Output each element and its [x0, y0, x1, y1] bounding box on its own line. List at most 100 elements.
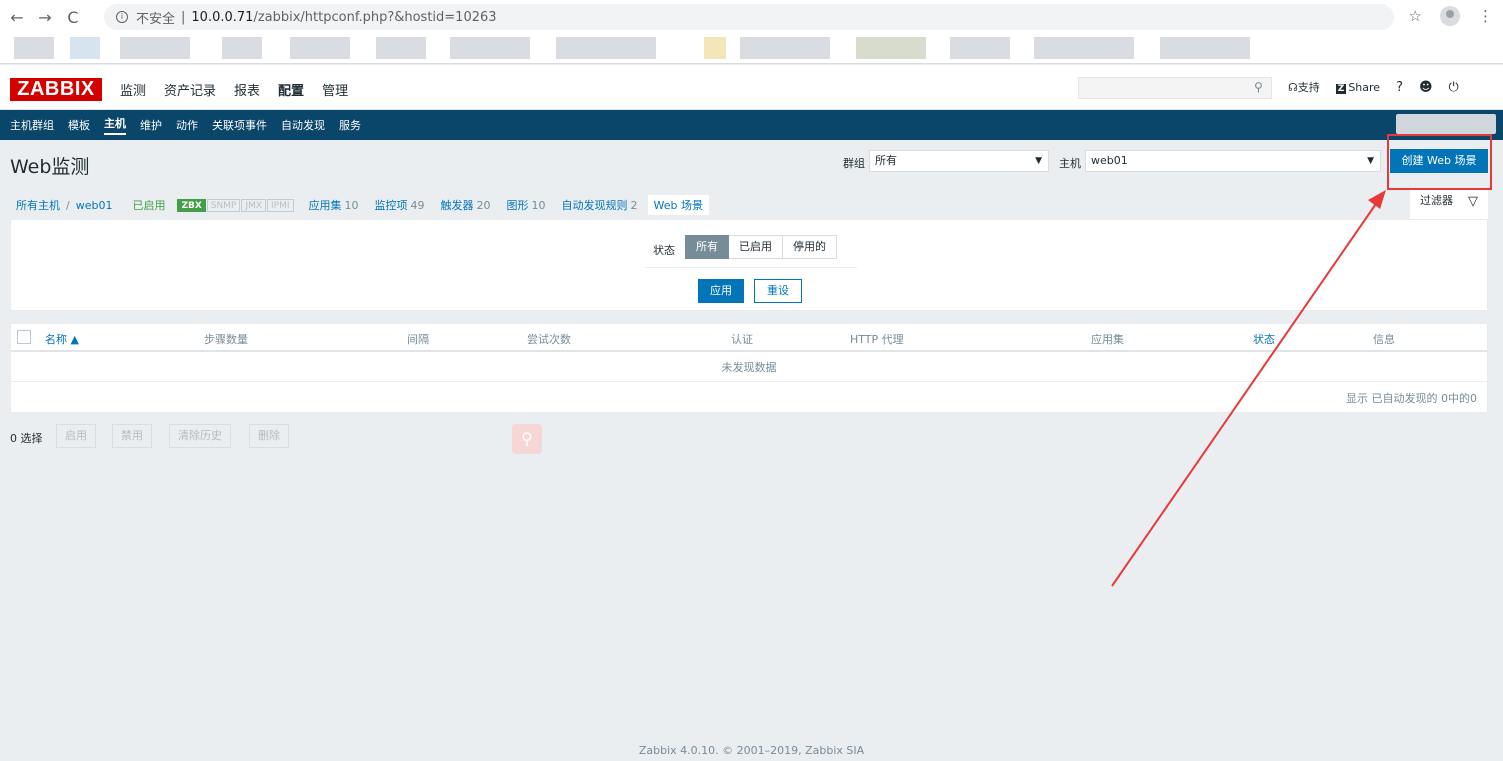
table-header: 名称 ▲ 步骤数量 间隔 尝试次数 认证 HTTP 代理 应用集 状态 信息 [11, 324, 1487, 352]
column-status[interactable]: 状态 [1253, 331, 1275, 347]
page-title: Web监测 [10, 156, 90, 178]
paging-summary: 显示 已自动发现的 0中的0 [1346, 392, 1477, 405]
applications-tab[interactable]: 应用集 [309, 197, 342, 213]
browser-toolbar: ← → C i 不安全 | 10.0.0.71 /zabbix/httpconf… [0, 0, 1503, 34]
items-tab[interactable]: 监控项 [375, 197, 408, 213]
host-link[interactable]: web01 [76, 199, 113, 212]
column-application: 应用集 [1091, 333, 1124, 346]
redacted-area [1396, 114, 1496, 134]
info-icon[interactable]: i [116, 11, 128, 23]
sign-out-icon[interactable]: ⏻ [1449, 80, 1459, 95]
status-filter-label: 状态 [653, 244, 675, 257]
search-icon[interactable]: ⚲ [1254, 80, 1263, 94]
security-label: 不安全 [136, 11, 176, 27]
submenu-event-correlation[interactable]: 关联项事件 [212, 117, 267, 133]
menu-icon[interactable]: ⋮ [1478, 7, 1493, 25]
submenu-discovery[interactable]: 自动发现 [281, 117, 325, 133]
redacted-bookmark [704, 37, 726, 59]
address-bar[interactable]: i 不安全 | 10.0.0.71 /zabbix/httpconf.php?&… [104, 4, 1394, 30]
headset-icon: ☊ [1288, 81, 1298, 94]
status-option-disabled[interactable]: 停用的 [783, 235, 837, 259]
delete-button[interactable]: 删除 [249, 424, 289, 448]
redacted-bookmark [1034, 37, 1134, 59]
search-icon: ⚲ [512, 424, 542, 454]
column-interval: 间隔 [407, 333, 429, 346]
share-link[interactable]: Z Share [1335, 81, 1380, 94]
zbx-availability-badge: ZBX [177, 198, 206, 212]
url-path: /zabbix/httpconf.php?&hostid=10263 [253, 9, 497, 25]
reset-button[interactable]: 重设 [754, 279, 802, 303]
star-icon[interactable]: ☆ [1409, 7, 1422, 25]
redacted-bookmark [740, 37, 830, 59]
redacted-bookmark [376, 37, 426, 59]
status-option-enabled[interactable]: 已启用 [729, 235, 783, 259]
dropdown-caret-icon: ▼ [1367, 156, 1374, 166]
redacted-bookmark [556, 37, 656, 59]
jmx-availability-badge: JMX [241, 198, 267, 212]
column-info: 信息 [1373, 333, 1395, 346]
profile-icon[interactable] [1440, 6, 1460, 26]
submenu-hosts[interactable]: 主机 [104, 115, 126, 135]
select-all-checkbox[interactable] [17, 330, 31, 344]
back-icon[interactable]: ← [6, 8, 28, 27]
status-segmented-control: 所有 已启用 停用的 [685, 235, 837, 259]
menu-reports[interactable]: 报表 [234, 80, 260, 99]
host-select[interactable]: web01 ▼ [1085, 150, 1381, 172]
url-host: 10.0.0.71 [191, 9, 254, 25]
triggers-count: 20 [476, 198, 491, 212]
discovery-rules-tab[interactable]: 自动发现规则 [562, 197, 628, 213]
graphs-tab[interactable]: 图形 [507, 197, 529, 213]
status-option-all[interactable]: 所有 [685, 235, 729, 259]
redacted-bookmark [290, 37, 350, 59]
zabbix-logo[interactable]: ZABBIX [10, 78, 102, 101]
graphs-count: 10 [531, 198, 546, 212]
forward-icon[interactable]: → [34, 8, 56, 27]
no-data-row: 未发现数据 [11, 354, 1487, 382]
bookmarks-bar-redacted [0, 34, 1503, 64]
redacted-bookmark [450, 37, 530, 59]
sub-menu: 主机群组 模板 主机 维护 动作 关联项事件 自动发现 服务 [0, 110, 1503, 140]
apply-button[interactable]: 应用 [698, 279, 744, 303]
disable-button[interactable]: 禁用 [112, 424, 152, 448]
host-status[interactable]: 已启用 [132, 197, 165, 213]
column-attempts: 尝试次数 [527, 333, 571, 346]
dropdown-caret-icon: ▼ [1035, 156, 1042, 166]
filter-panel: 状态 所有 已启用 停用的 应用 重设 [10, 219, 1488, 311]
web-scenarios-tab[interactable]: Web 场景 [647, 195, 710, 215]
menu-configuration[interactable]: 配置 [278, 80, 304, 117]
submenu-services[interactable]: 服务 [339, 117, 361, 133]
submenu-actions[interactable]: 动作 [176, 117, 198, 133]
menu-administration[interactable]: 管理 [322, 80, 348, 99]
menu-monitoring[interactable]: 监测 [120, 80, 146, 99]
browser-actions: ☆ ⋮ [1409, 6, 1493, 26]
menu-inventory[interactable]: 资产记录 [164, 80, 216, 99]
web-scenarios-table: 名称 ▲ 步骤数量 间隔 尝试次数 认证 HTTP 代理 应用集 状态 信息 未… [10, 323, 1488, 413]
submenu-templates[interactable]: 模板 [68, 117, 90, 133]
group-select[interactable]: 所有 ▼ [869, 150, 1049, 172]
enable-button[interactable]: 启用 [56, 424, 96, 448]
redacted-bookmark [950, 37, 1010, 59]
host-label: 主机 [1059, 157, 1081, 170]
column-http-proxy: HTTP 代理 [850, 333, 904, 346]
arrow-head [1368, 190, 1386, 209]
user-profile-icon[interactable]: ☻ [1419, 80, 1433, 95]
support-link[interactable]: ☊支持 [1288, 79, 1320, 95]
ipmi-availability-badge: IPMI [267, 198, 294, 212]
selected-count: 0 选择 [10, 432, 43, 445]
reload-icon[interactable]: C [62, 8, 84, 27]
redacted-bookmark [14, 37, 54, 59]
global-search-input[interactable] [1078, 77, 1272, 99]
group-label: 群组 [843, 157, 865, 170]
clear-history-button[interactable]: 清除历史 [169, 424, 231, 448]
triggers-tab[interactable]: 触发器 [441, 197, 474, 213]
column-name[interactable]: 名称 ▲ [45, 331, 79, 347]
all-hosts-link[interactable]: 所有主机 [16, 197, 60, 213]
column-steps: 步骤数量 [204, 333, 248, 346]
filter-tab[interactable]: 过滤器 ▽ [1410, 190, 1488, 220]
items-count: 49 [410, 198, 425, 212]
filter-divider [645, 267, 857, 268]
submenu-host-groups[interactable]: 主机群组 [10, 117, 54, 133]
filter-icon: ▽ [1468, 194, 1478, 209]
submenu-maintenance[interactable]: 维护 [140, 117, 162, 133]
help-icon[interactable]: ? [1396, 80, 1403, 95]
